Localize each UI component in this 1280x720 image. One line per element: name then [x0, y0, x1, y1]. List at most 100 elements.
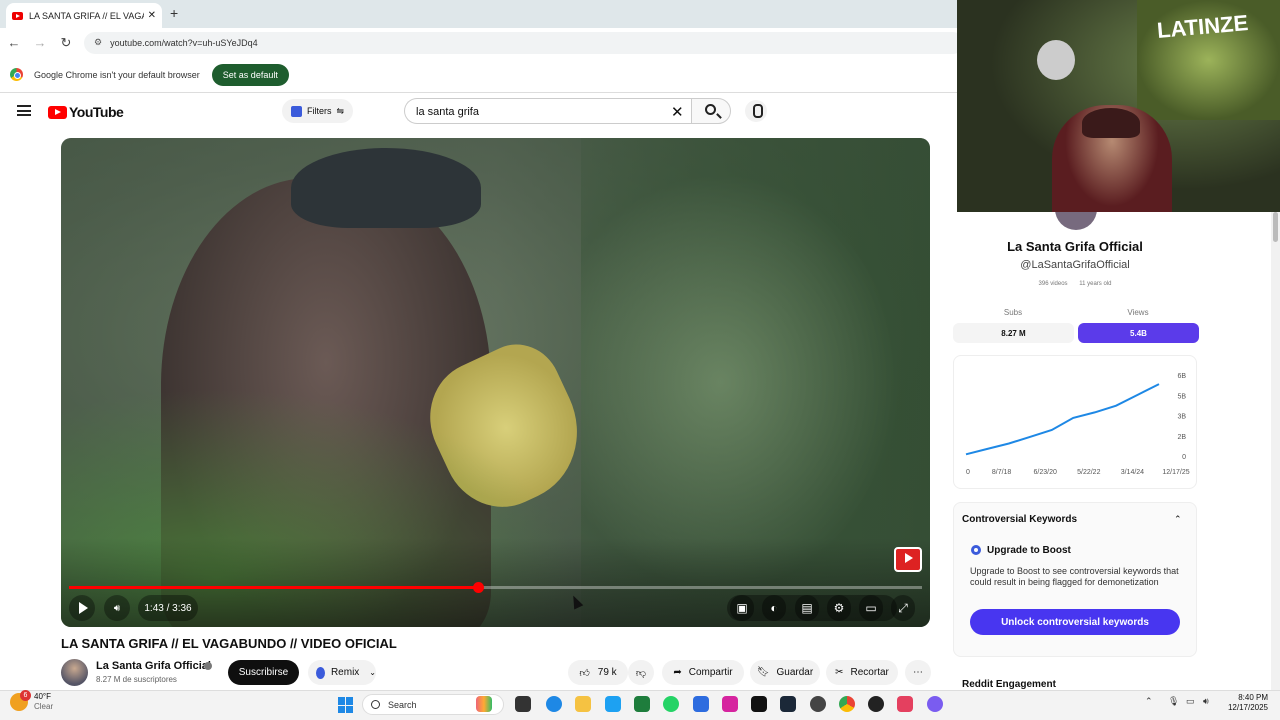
subscribe-button[interactable]: Suscribirse — [228, 660, 299, 685]
scrollbar[interactable] — [1271, 212, 1280, 690]
reddit-engagement-title[interactable]: Reddit Engagement — [962, 679, 1056, 690]
dislike-button[interactable]: 👎︎ — [628, 660, 654, 685]
channel-name[interactable]: La Santa Grifa Official — [96, 660, 211, 672]
steam-icon[interactable] — [780, 696, 796, 712]
youtube-logo[interactable]: YouTube — [48, 104, 124, 120]
reload-icon[interactable]: ↻ — [54, 35, 78, 51]
menu-icon[interactable] — [17, 105, 31, 116]
weather-text: 40°F Clear — [34, 692, 53, 712]
filters-label: Filters — [306, 106, 332, 116]
excel-icon[interactable] — [634, 696, 650, 712]
bookmark-icon: 🔖︎ — [756, 667, 770, 678]
upgrade-icon — [971, 545, 981, 555]
windows-start-icon[interactable] — [338, 697, 354, 713]
extension-player-icon[interactable]: ▣ — [730, 595, 754, 621]
taskbar-search-label: Search — [388, 699, 417, 710]
clip-button[interactable]: ✂ Recortar — [826, 660, 898, 685]
speaker-icon[interactable]: 🔊︎ — [1203, 696, 1209, 707]
task-view-icon[interactable] — [515, 696, 531, 712]
tiktok-live-icon[interactable] — [897, 696, 913, 712]
chevron-down-icon[interactable]: ⌄ — [369, 668, 376, 677]
clip-label: Recortar — [850, 667, 889, 678]
x-tick-label: 12/17/25 — [1162, 469, 1189, 476]
whatsapp-icon[interactable] — [663, 696, 679, 712]
close-tab-icon[interactable]: ✕ — [148, 10, 156, 21]
like-count: 79 k — [597, 667, 617, 678]
autoplay-toggle-icon[interactable]: ◐ — [762, 595, 786, 621]
obs-icon[interactable] — [810, 696, 826, 712]
temperature: 40°F — [34, 692, 51, 701]
search-input[interactable]: la santa grifa — [404, 98, 691, 124]
theater-mode-icon[interactable]: ▭ — [859, 595, 883, 621]
save-label: Guardar — [776, 667, 814, 678]
forward-icon[interactable]: → — [28, 35, 52, 50]
extension-icon — [290, 105, 302, 117]
captions-icon[interactable]: ▤ — [795, 595, 819, 621]
instagram-icon[interactable] — [722, 696, 738, 712]
network-icon[interactable]: ▭ — [1186, 696, 1195, 707]
scrollbar-thumb[interactable] — [1273, 212, 1278, 242]
x-tick-label: 0 — [966, 469, 970, 476]
site-info-icon[interactable]: ⚙ — [94, 37, 102, 48]
set-default-button[interactable]: Set as default — [211, 63, 289, 86]
save-button[interactable]: 🔖︎ Guardar — [750, 660, 820, 685]
x-tick-label: 5/22/22 — [1077, 469, 1100, 476]
store-icon[interactable] — [693, 696, 709, 712]
edge-icon[interactable] — [546, 696, 562, 712]
chrome-icon — [10, 68, 23, 81]
unlock-keywords-button[interactable]: Unlock controversial keywords — [970, 609, 1180, 635]
y-tick-label: 6B — [1177, 373, 1186, 380]
channel-age: 11 years old — [1079, 281, 1112, 287]
app-icon[interactable] — [868, 696, 884, 712]
search-button[interactable] — [691, 98, 731, 124]
tiktok-icon[interactable] — [751, 696, 767, 712]
settings-gear-icon[interactable]: ⚙ — [827, 595, 851, 621]
voice-search-icon[interactable] — [745, 100, 767, 122]
browser-tab[interactable]: LA SANTA GRIFA // EL VAGABUNDO ✕ — [6, 3, 162, 28]
twitter-icon[interactable] — [605, 696, 621, 712]
subscribe-watermark-icon[interactable] — [894, 547, 922, 572]
video-player[interactable]: 🔊︎ 1:43 / 3:36 ▣ ◐ ▤ ⚙ ▭ ⤢ — [61, 138, 930, 627]
like-button[interactable]: 👍︎ 79 k — [568, 660, 628, 685]
clear-search-icon[interactable]: ✕ — [671, 103, 684, 121]
views-tab[interactable]: 5.4B — [1078, 323, 1199, 343]
tab-title: LA SANTA GRIFA // EL VAGABUNDO — [29, 10, 144, 21]
views-chart: 6B 5B 3B 2B 0 0 8/7/18 6/23/20 5/22/22 3/14/24 12/… — [953, 355, 1197, 489]
subs-tab[interactable]: 8.27 M — [953, 323, 1074, 343]
filters-button[interactable]: Filters ⇋ — [282, 99, 353, 123]
views-label: Views — [1127, 308, 1149, 317]
date: 12/17/2025 — [1227, 703, 1268, 712]
back-icon[interactable]: ← — [2, 35, 26, 50]
sidebar-handle: @LaSantaGrifaOfficial — [1020, 259, 1130, 271]
mic-tray-icon[interactable]: 🎙︎ — [1168, 696, 1179, 707]
volume-icon[interactable]: 🔊︎ — [104, 595, 130, 621]
video-cap — [291, 148, 481, 228]
play-button[interactable] — [69, 595, 95, 621]
remix-button[interactable]: Remix ⌄ — [308, 660, 376, 685]
clock[interactable]: 8:40 PM 12/17/2025 — [1222, 693, 1268, 713]
youtube-play-icon — [48, 105, 67, 119]
webcam-hat — [1082, 108, 1140, 138]
channel-avatar[interactable] — [61, 659, 88, 686]
upgrade-title: Upgrade to Boost — [987, 545, 1071, 556]
y-tick-label: 5B — [1177, 393, 1186, 400]
sidebar-channel-name: La Santa Grifa Official — [1007, 239, 1143, 254]
weather-widget[interactable]: 40°F Clear — [10, 692, 53, 712]
chevron-up-icon[interactable]: ⌃ — [1174, 514, 1182, 525]
file-explorer-icon[interactable] — [575, 696, 591, 712]
upgrade-text: Upgrade to Boost to see controversial ke… — [970, 566, 1179, 587]
discord-icon[interactable] — [927, 696, 943, 712]
more-actions-icon[interactable]: ⋯ — [905, 660, 931, 685]
y-tick-label: 3B — [1177, 414, 1186, 421]
share-button[interactable]: ➦ Compartir — [662, 660, 744, 685]
video-count: 396 videos — [1038, 281, 1068, 287]
new-tab-icon[interactable]: + — [170, 5, 178, 21]
controversial-keywords-title[interactable]: Controversial Keywords — [962, 514, 1077, 525]
progress-bar[interactable] — [69, 582, 922, 593]
infobar-text: Google Chrome isn't your default browser — [34, 69, 200, 80]
url-field[interactable]: ⚙ youtube.com/watch?v=uh-uSYeJDq4 — [84, 31, 964, 54]
chrome-taskbar-icon[interactable] — [839, 696, 855, 712]
video-title: LA SANTA GRIFA // EL VAGABUNDO // VIDEO … — [61, 636, 397, 651]
fullscreen-icon[interactable]: ⤢ — [891, 595, 915, 621]
tray-chevron-icon[interactable]: ⌃ — [1145, 696, 1153, 707]
